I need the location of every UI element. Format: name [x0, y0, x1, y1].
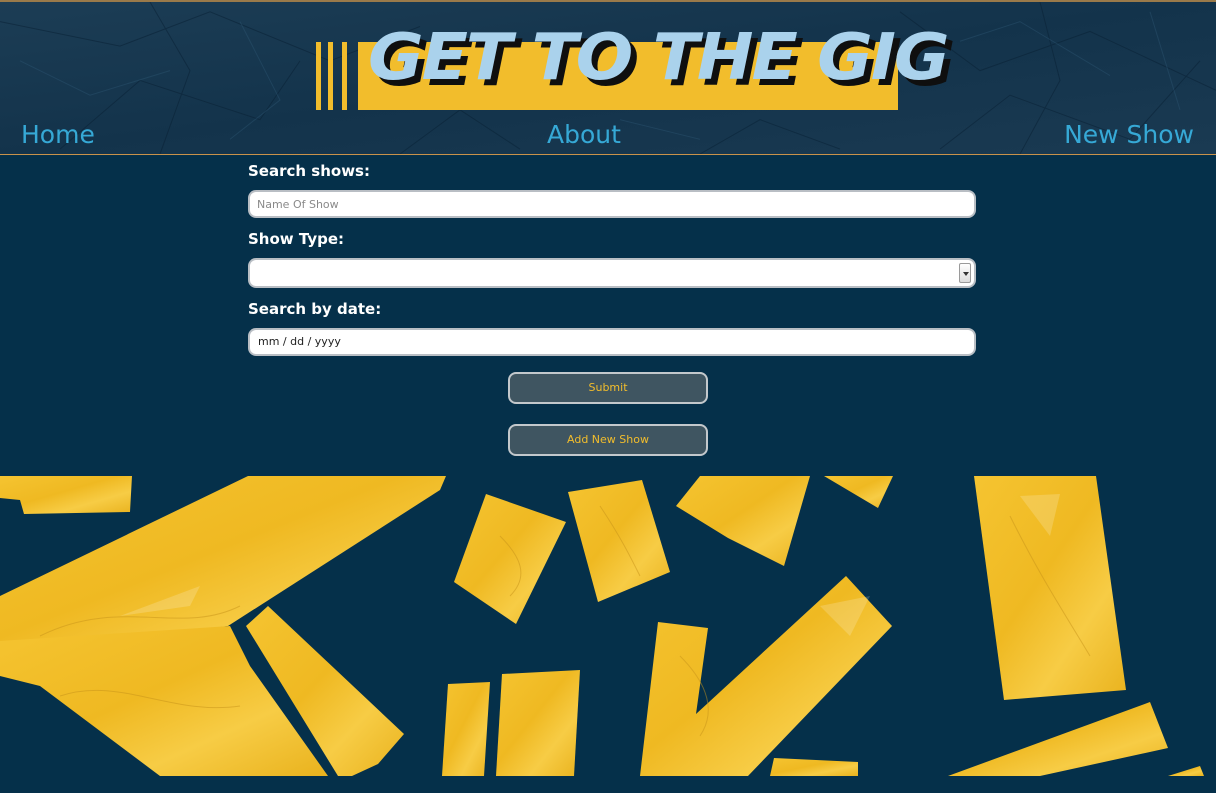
show-type-select[interactable] [248, 258, 976, 288]
nav-home-link[interactable]: Home [21, 120, 95, 150]
site-logo[interactable]: GET TO THE GIG GET TO THE GIG [314, 26, 956, 112]
search-date-label: Search by date: [248, 300, 382, 318]
page: GET TO THE GIG GET TO THE GIG Home About… [0, 0, 1216, 793]
chevron-down-icon[interactable] [959, 263, 971, 283]
logo-stripe [342, 42, 347, 110]
logo-stripe [328, 42, 333, 110]
site-header: GET TO THE GIG GET TO THE GIG Home About… [0, 0, 1216, 155]
search-shows-label: Search shows: [248, 162, 370, 180]
search-date-input[interactable]: mm / dd / yyyy [248, 328, 976, 356]
logo-text: GET TO THE GIG [368, 21, 950, 95]
search-shows-input[interactable] [248, 190, 976, 218]
show-type-label: Show Type: [248, 230, 345, 248]
logo-stripe [316, 42, 321, 110]
nav-new-show-link[interactable]: New Show [1064, 120, 1194, 150]
nav-about-link[interactable]: About [547, 120, 621, 150]
date-placeholder: mm / dd / yyyy [258, 335, 341, 348]
add-new-show-button[interactable]: Add New Show [508, 424, 708, 456]
submit-button[interactable]: Submit [508, 372, 708, 404]
tape-decoration [0, 476, 1216, 776]
yellow-tape-pieces [0, 476, 1204, 776]
search-form: Search shows: Show Type: Search by date:… [0, 156, 1216, 476]
